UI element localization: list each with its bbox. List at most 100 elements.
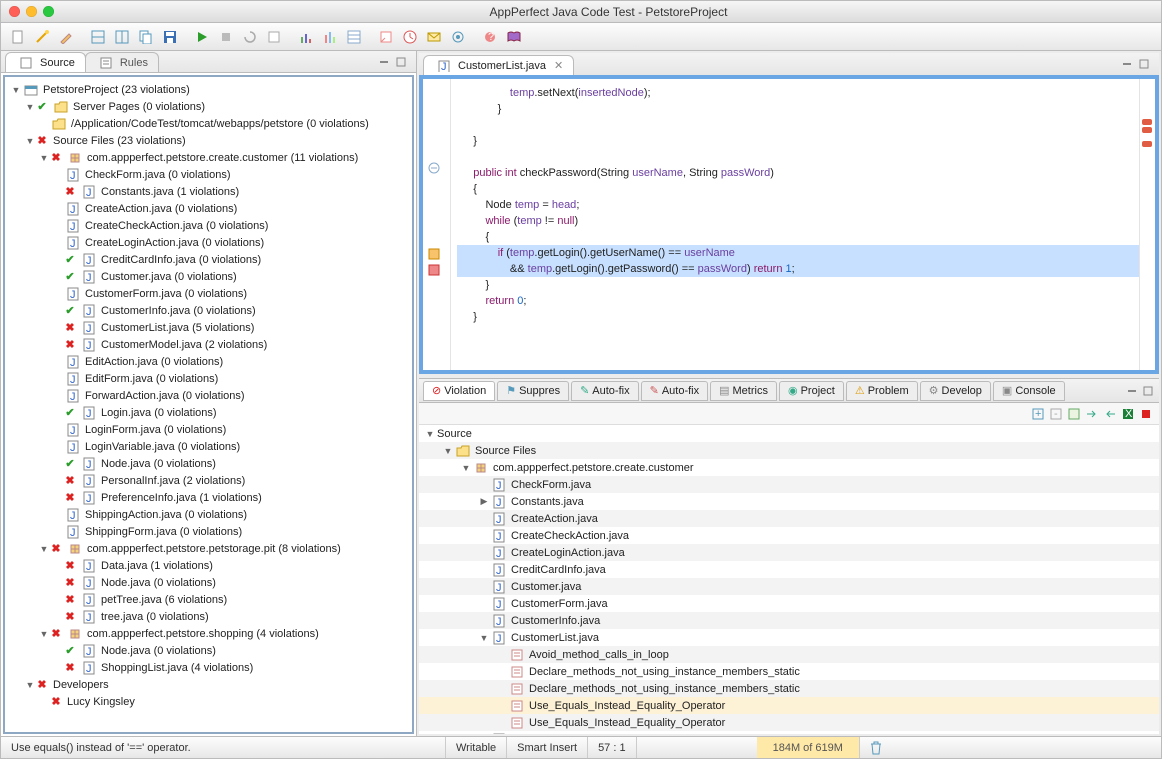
code-line[interactable]: } <box>457 277 1139 293</box>
twisty-icon[interactable] <box>425 429 435 439</box>
tool-note[interactable] <box>375 26 397 48</box>
code-line[interactable]: } <box>457 309 1139 325</box>
code-line[interactable]: return 0; <box>457 293 1139 309</box>
violation-row[interactable]: JCheckForm.java <box>419 476 1159 493</box>
tab-autofix1[interactable]: ✎Auto-fix <box>571 381 639 401</box>
twisty-icon[interactable] <box>25 102 35 112</box>
close-icon[interactable] <box>9 6 20 17</box>
tool-copy[interactable] <box>135 26 157 48</box>
status-memory[interactable]: 184M of 619M <box>757 737 860 758</box>
violation-row[interactable]: JCreateCheckAction.java <box>419 527 1159 544</box>
tree-row[interactable]: ✖Source Files (23 violations) <box>5 132 412 149</box>
code-line[interactable] <box>457 149 1139 165</box>
editor-maximize-icon[interactable] <box>1137 57 1151 71</box>
violation-row[interactable]: Use_Equals_Instead_Equality_Operator <box>419 714 1159 731</box>
tree-row[interactable]: JCreateAction.java (0 violations) <box>5 200 412 217</box>
tree-row[interactable]: ✖com.appperfect.petstore.create.customer… <box>5 149 412 166</box>
violation-row[interactable]: JCustomerInfo.java <box>419 612 1159 629</box>
tree-row[interactable]: ✖JpetTree.java (6 violations) <box>5 591 412 608</box>
tab-problem[interactable]: ⚠Problem <box>846 381 918 401</box>
tree-row[interactable]: ✖Developers <box>5 676 412 693</box>
tree-row[interactable]: JShippingForm.java (0 violations) <box>5 523 412 540</box>
tree-row[interactable]: ✔JCustomer.java (0 violations) <box>5 268 412 285</box>
tool-magic[interactable] <box>31 26 53 48</box>
tree-row[interactable]: ✖JConstants.java (1 violations) <box>5 183 412 200</box>
tool-mail[interactable] <box>423 26 445 48</box>
tab-rules[interactable]: Rules <box>85 52 159 72</box>
tree-row[interactable]: ✔JCustomerInfo.java (0 violations) <box>5 302 412 319</box>
tree-row[interactable]: ✖Lucy Kingsley <box>5 693 412 710</box>
code-line[interactable]: } <box>457 133 1139 149</box>
code-line[interactable]: } <box>457 101 1139 117</box>
tool-settings[interactable] <box>447 26 469 48</box>
code-area[interactable]: temp.setNext(insertedNode); } } public i… <box>451 79 1139 370</box>
violation-row[interactable]: JCreditCardInfo.java <box>419 561 1159 578</box>
tool-grid1[interactable] <box>87 26 109 48</box>
tab-console[interactable]: ▣Console <box>993 381 1065 401</box>
tree-row[interactable]: JEditForm.java (0 violations) <box>5 370 412 387</box>
tree-row[interactable]: PetstoreProject (23 violations) <box>5 81 412 98</box>
tool-stop[interactable] <box>215 26 237 48</box>
bottom-maximize-icon[interactable] <box>1141 384 1155 398</box>
tree-row[interactable]: JCheckForm.java (0 violations) <box>5 166 412 183</box>
code-line[interactable]: && temp.getLogin().getPassword() == pass… <box>457 261 1139 277</box>
tab-autofix2[interactable]: ✎Auto-fix <box>641 381 709 401</box>
violation-row[interactable]: com.appperfect.petstore.create.customer <box>419 459 1159 476</box>
twisty-icon[interactable] <box>479 633 489 643</box>
code-line[interactable]: public int checkPassword(String userName… <box>457 165 1139 181</box>
twisty-icon[interactable] <box>39 629 49 639</box>
tab-project[interactable]: ◉Project <box>779 381 844 401</box>
code-line[interactable]: { <box>457 181 1139 197</box>
tree-row[interactable]: JLoginForm.java (0 violations) <box>5 421 412 438</box>
tree-row[interactable]: JCreateCheckAction.java (0 violations) <box>5 217 412 234</box>
fold-icon[interactable] <box>427 161 441 175</box>
twisty-icon[interactable] <box>461 463 471 473</box>
twisty-icon[interactable] <box>443 446 453 456</box>
filter-icon[interactable] <box>1067 407 1081 421</box>
tree-row[interactable]: ✖com.appperfect.petstore.shopping (4 vio… <box>5 625 412 642</box>
tab-metrics[interactable]: ▤Metrics <box>710 381 777 401</box>
tool-new[interactable] <box>7 26 29 48</box>
tool-report[interactable] <box>263 26 285 48</box>
code-editor[interactable]: temp.setNext(insertedNode); } } public i… <box>419 75 1159 374</box>
violation-row[interactable]: Use_Equals_Instead_Equality_Operator <box>419 697 1159 714</box>
tool-help[interactable]: ? <box>479 26 501 48</box>
tree-row[interactable]: ✖JData.java (1 violations) <box>5 557 412 574</box>
violation-row[interactable]: Source Files <box>419 442 1159 459</box>
close-tab-icon[interactable]: ✕ <box>554 59 563 72</box>
minimize-icon[interactable] <box>26 6 37 17</box>
tab-source[interactable]: Source <box>5 52 86 72</box>
tree-row[interactable]: ✔JCreditCardInfo.java (0 violations) <box>5 251 412 268</box>
export-icon[interactable]: X <box>1121 407 1135 421</box>
tree-row[interactable]: ✔Server Pages (0 violations) <box>5 98 412 115</box>
violation-row[interactable]: JCustomer.java <box>419 578 1159 595</box>
tree-row[interactable]: ✖JNode.java (0 violations) <box>5 574 412 591</box>
code-line[interactable]: { <box>457 229 1139 245</box>
expand-all-icon[interactable]: + <box>1031 407 1045 421</box>
code-line[interactable]: if (temp.getLogin().getUserName() == use… <box>457 245 1139 261</box>
violation-row[interactable]: JConstants.java <box>419 493 1159 510</box>
tab-violation[interactable]: ⊘Violation <box>423 381 495 401</box>
tool-refresh[interactable] <box>239 26 261 48</box>
twisty-icon[interactable] <box>25 136 35 146</box>
tree-row[interactable]: ✖Jtree.java (0 violations) <box>5 608 412 625</box>
tool-chart2[interactable] <box>319 26 341 48</box>
tree-row[interactable]: ✖JPreferenceInfo.java (1 violations) <box>5 489 412 506</box>
twisty-icon[interactable] <box>11 85 21 95</box>
overview-ruler[interactable] <box>1139 79 1155 370</box>
code-line[interactable]: while (temp != null) <box>457 213 1139 229</box>
code-line[interactable] <box>457 117 1139 133</box>
tool-chart1[interactable] <box>295 26 317 48</box>
violation-row[interactable]: JCustomerModel.java <box>419 731 1159 734</box>
tool-table[interactable] <box>343 26 365 48</box>
violation-row[interactable]: Declare_methods_not_using_instance_membe… <box>419 680 1159 697</box>
project-tree[interactable]: PetstoreProject (23 violations)✔Server P… <box>3 75 414 734</box>
tree-row[interactable]: /Application/CodeTest/tomcat/webapps/pet… <box>5 115 412 132</box>
titlebar[interactable]: AppPerfect Java Code Test - PetstoreProj… <box>1 1 1161 23</box>
tree-row[interactable]: ✔JNode.java (0 violations) <box>5 642 412 659</box>
tree-row[interactable]: JForwardAction.java (0 violations) <box>5 387 412 404</box>
tool-grid2[interactable] <box>111 26 133 48</box>
editor-minimize-icon[interactable] <box>1120 57 1134 71</box>
violation-row[interactable]: JCreateAction.java <box>419 510 1159 527</box>
collapse-all-icon[interactable]: - <box>1049 407 1063 421</box>
